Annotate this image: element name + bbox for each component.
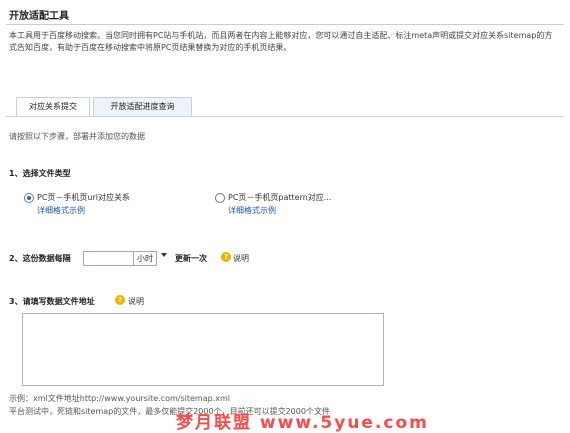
url-mapping-format-link[interactable]: 详细格式示例: [37, 205, 85, 216]
tab-submit-mapping[interactable]: 对应关系提交: [16, 97, 90, 117]
radio-pattern-mapping[interactable]: [215, 193, 225, 203]
page-title: 开放适配工具: [9, 11, 69, 22]
help-icon[interactable]: ?: [115, 295, 125, 305]
title-divider: [6, 24, 564, 25]
step3-label: 3、请填写数据文件地址: [9, 297, 95, 306]
watermark: 梦月联盟 www.5yue.com: [176, 413, 429, 433]
option-pattern-mapping-label: PC页－手机页pattern对应...: [228, 193, 332, 202]
update-interval-input[interactable]: [83, 251, 134, 266]
unit-select[interactable]: 小时: [133, 251, 157, 266]
tab-underline: [6, 116, 564, 117]
tab-progress-query[interactable]: 开放适配进度查询: [93, 97, 192, 117]
steps-hint: 请按照以下步骤，部署并添加您的数据: [9, 132, 145, 141]
step3-help-link[interactable]: 说明: [128, 296, 144, 307]
page-description: 本工具用于百度移动搜索。当您同时拥有PC站与手机站，而且两者在内容上能够对应，您…: [9, 31, 553, 52]
update-once-label: 更新一次: [175, 254, 207, 263]
step2-help-link[interactable]: 说明: [233, 253, 249, 264]
step1-label: 1、选择文件类型: [9, 169, 71, 178]
example-text: 示例：xml文件地址http://www.yoursite.com/sitema…: [9, 394, 230, 403]
radio-url-mapping[interactable]: [24, 193, 34, 203]
pattern-mapping-format-link[interactable]: 详细格式示例: [228, 205, 276, 216]
help-icon[interactable]: ?: [221, 252, 231, 262]
option-url-mapping-label: PC页－手机页url对应关系: [37, 193, 130, 202]
file-address-textarea[interactable]: [22, 313, 384, 386]
step2-label: 2、这份数据每隔: [9, 254, 71, 263]
chevron-down-icon[interactable]: [161, 253, 167, 257]
